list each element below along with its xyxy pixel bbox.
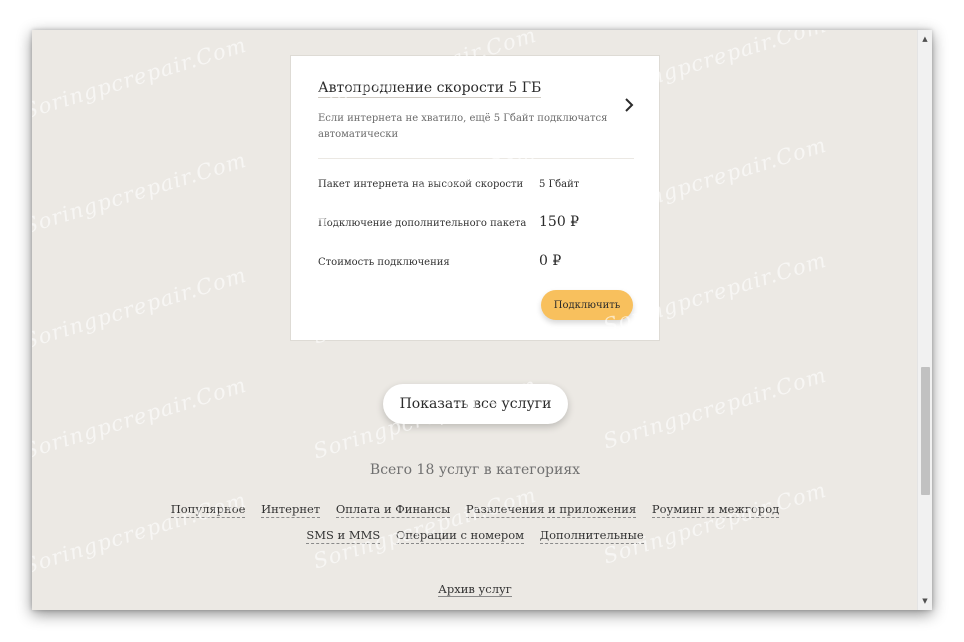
watermark: Soringpcrepair.Com: [600, 362, 830, 454]
card-divider: [318, 158, 634, 159]
archive-link[interactable]: Архив услуг: [438, 582, 512, 597]
vertical-scrollbar[interactable]: ▲ ▼: [917, 30, 932, 610]
row-value-extra-package: 150 ₽: [539, 214, 580, 230]
watermark: Soringpcrepair.Com: [32, 32, 250, 124]
category-link-sms-mms[interactable]: SMS и MMS: [306, 528, 381, 544]
category-link-popular[interactable]: Популярное: [170, 502, 246, 518]
service-title-link[interactable]: Автопродление скорости 5 ГБ: [318, 80, 542, 98]
watermark: Soringpcrepair.Com: [32, 262, 250, 354]
category-link-number-operations[interactable]: Операции с номером: [395, 528, 525, 544]
watermark: Soringpcrepair.Com: [600, 477, 830, 569]
category-link-payments[interactable]: Оплата и Финансы: [335, 502, 451, 518]
row-value-speed-package: 5 Гбайт: [539, 179, 580, 190]
row-label-extra-package: Подключение дополнительного пакета: [318, 218, 527, 229]
browser-viewport: Автопродление скорости 5 ГБ Если интерне…: [32, 30, 932, 610]
connect-button[interactable]: Подключить: [541, 290, 633, 320]
category-links-row-1: Популярное Интернет Оплата и Финансы Раз…: [32, 502, 918, 518]
scroll-thumb[interactable]: [921, 367, 930, 495]
category-link-internet[interactable]: Интернет: [261, 502, 321, 518]
chevron-right-icon[interactable]: [621, 96, 637, 114]
category-link-entertainment[interactable]: Развлечения и приложения: [465, 502, 637, 518]
archive-container: Архив услуг: [32, 582, 918, 597]
watermark: Soringpcrepair.Com: [32, 372, 250, 464]
category-link-additional[interactable]: Дополнительные: [539, 528, 644, 544]
row-value-connection-cost: 0 ₽: [539, 253, 562, 269]
watermark: Soringpcrepair.Com: [32, 147, 250, 239]
services-total-text: Всего 18 услуг в категориях: [369, 462, 581, 478]
category-links-row-2: SMS и MMS Операции с номером Дополнитель…: [32, 528, 918, 544]
row-label-connection-cost: Стоимость подключения: [318, 257, 450, 268]
service-card: Автопродление скорости 5 ГБ Если интерне…: [290, 55, 660, 341]
scroll-up-icon[interactable]: ▲: [918, 32, 932, 46]
service-description: Если интернета не хватило, ещё 5 Гбайт п…: [318, 113, 608, 140]
show-all-services-button[interactable]: Показать все услуги: [383, 384, 568, 424]
category-link-roaming[interactable]: Роуминг и межгород: [651, 502, 780, 518]
row-label-speed-package: Пакет интернета на высокой скорости: [318, 179, 524, 190]
scroll-down-icon[interactable]: ▼: [918, 594, 932, 608]
